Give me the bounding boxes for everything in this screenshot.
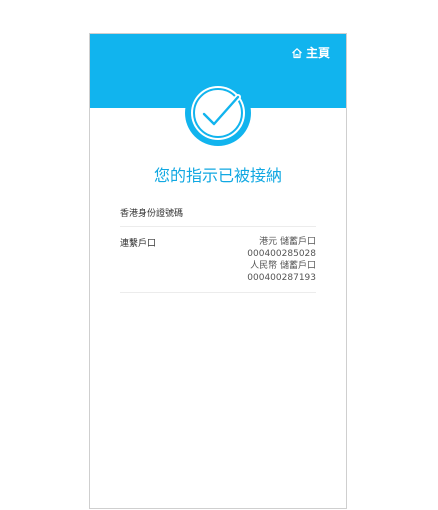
check-circle-icon bbox=[184, 79, 252, 147]
account-list: 港元 儲蓄戶口 000400285028 人民幣 儲蓄戶口 0004002871… bbox=[247, 236, 316, 284]
account-type: 港元 儲蓄戶口 bbox=[259, 237, 316, 247]
linked-account-label: 連繫戶口 bbox=[120, 239, 157, 249]
id-label: 香港身份證號碼 bbox=[120, 209, 184, 219]
confirmation-title: 您的指示已被接納 bbox=[153, 166, 282, 185]
app-screen: 主頁 您的指示已被接納 香港身份證號碼 連繫戶口 港元 儲蓄戶口 0004002… bbox=[89, 33, 347, 509]
home-button[interactable]: 主頁 bbox=[291, 44, 330, 61]
home-icon bbox=[292, 47, 302, 58]
linked-account-row: 連繫戶口 港元 儲蓄戶口 000400285028 人民幣 儲蓄戶口 00040… bbox=[120, 236, 316, 293]
account-type: 人民幣 儲蓄戶口 bbox=[250, 261, 316, 271]
account-number: 000400285028 bbox=[247, 249, 316, 259]
account-number: 000400287193 bbox=[247, 273, 316, 283]
home-label: 主頁 bbox=[305, 46, 330, 60]
id-row: 香港身份證號碼 bbox=[120, 206, 316, 227]
